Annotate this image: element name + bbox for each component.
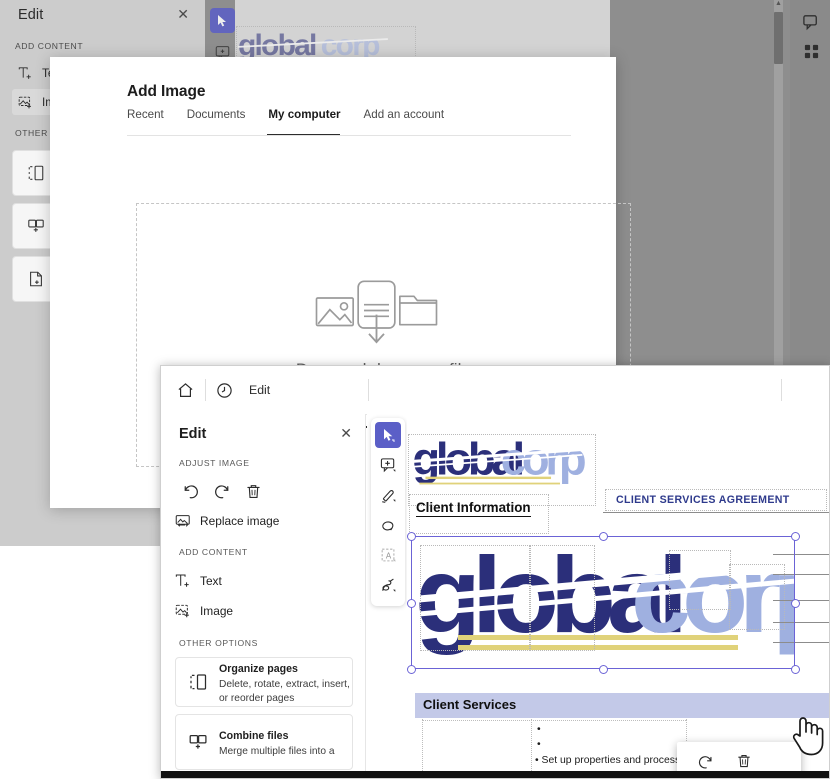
table-guide — [531, 719, 532, 773]
annotation-toolbar: A — [371, 418, 405, 606]
table-guide — [422, 720, 686, 721]
add-content-image[interactable]: Image — [175, 598, 355, 623]
card-text: Organize pages Delete, rotate, extract, … — [219, 659, 352, 705]
card-title: Organize pages — [219, 663, 298, 676]
section-adjust-image: ADJUST IMAGE — [179, 458, 250, 468]
tab-documents[interactable]: Documents — [187, 108, 257, 136]
tab-underline-divider — [127, 135, 571, 136]
card-desc: Delete, rotate, extract, insert, or reor… — [219, 679, 350, 704]
card-title: Combine files — [219, 729, 289, 742]
document-canvas: A global corp CLIENT SERVICES AGREEMENT … — [367, 414, 829, 773]
selection-handle-ml[interactable] — [407, 599, 416, 608]
panel-title: Edit — [179, 426, 207, 442]
tab-add-an-account[interactable]: Add an account — [364, 108, 456, 136]
header-rule — [603, 512, 829, 513]
selection-handle-tl[interactable] — [407, 532, 416, 541]
background-section-add-content: ADD CONTENT — [15, 41, 84, 51]
table-guide — [422, 719, 423, 773]
bullet-dot: • — [537, 739, 541, 750]
folder-icon — [398, 295, 437, 326]
hand-pointer-cursor — [790, 712, 824, 756]
close-icon[interactable]: ✕ — [340, 426, 352, 440]
background-scrollbar-thumb[interactable] — [774, 12, 783, 64]
file-download-icon — [356, 280, 396, 344]
section-other-options: OTHER OPTIONS — [179, 638, 258, 648]
foreground-app-window: Edit Convert Sign Changes saved — [160, 365, 830, 779]
picture-icon — [315, 297, 354, 327]
bullet-text: Set up properties and processes — [541, 755, 692, 766]
combine-files-icon — [27, 217, 45, 235]
card-combine-files[interactable]: Combine files Merge multiple files into … — [175, 714, 353, 770]
toolbar: Edit Convert Sign Changes saved — [161, 366, 829, 542]
toolbar-divider — [205, 379, 206, 401]
add-image-icon — [175, 603, 191, 619]
document-header-right: CLIENT SERVICES AGREEMENT — [616, 494, 790, 506]
rotate-clockwise-icon[interactable] — [209, 478, 235, 504]
combine-files-icon — [188, 732, 208, 752]
home-icon[interactable] — [177, 366, 194, 414]
replace-image-button[interactable]: Replace image — [175, 508, 355, 533]
add-content-label: Text — [200, 573, 222, 588]
export-pdf-icon — [27, 270, 45, 288]
card-desc: Merge multiple files into a — [219, 745, 335, 757]
edit-panel: Edit ✕ ADJUST IMAGE Replace image ADD CO… — [161, 414, 366, 773]
selection-handle-br[interactable] — [791, 665, 800, 674]
selection-handle-bl[interactable] — [407, 665, 416, 674]
svg-text:A: A — [385, 551, 391, 560]
background-panel-title: Edit — [18, 7, 44, 23]
card-organize-pages[interactable]: Organize pages Delete, rotate, extract, … — [175, 657, 353, 707]
toolbar-divider — [781, 379, 782, 401]
selection-handle-tc[interactable] — [599, 532, 608, 541]
dialog-title: Add Image — [127, 83, 206, 100]
apps-grid-icon[interactable] — [803, 43, 820, 60]
selection-handle-bc[interactable] — [599, 665, 608, 674]
text-select-tool-icon[interactable]: A — [375, 542, 401, 568]
add-image-icon — [18, 95, 33, 110]
globalcorp-logo-small: global corp — [411, 436, 589, 485]
image-selection-frame[interactable] — [411, 536, 795, 669]
heading-client-services: Client Services — [423, 697, 517, 712]
add-text-icon — [18, 66, 33, 81]
dialog-tabs: Recent Documents My computer Add an acco… — [127, 108, 571, 136]
lasso-tool-icon[interactable] — [375, 512, 401, 538]
comment-icon[interactable] — [802, 13, 821, 32]
selection-handle-tr[interactable] — [791, 532, 800, 541]
comment-tool-icon[interactable] — [375, 452, 401, 478]
add-content-text[interactable]: Text — [175, 568, 355, 593]
section-add-content: ADD CONTENT — [179, 547, 248, 557]
bullet-item: • Set up properties and processes — [535, 755, 692, 766]
heading-client-information: Client Information — [416, 500, 531, 517]
menu-edit[interactable]: Edit — [249, 366, 829, 428]
selection-handle-mr[interactable] — [791, 599, 800, 608]
bullet-dot: • — [537, 724, 541, 735]
background-select-tool-icon[interactable] — [210, 8, 235, 33]
select-tool-icon[interactable] — [375, 422, 401, 448]
recent-clock-icon[interactable] — [216, 366, 233, 414]
draw-tool-icon[interactable] — [375, 572, 401, 598]
close-icon[interactable]: ✕ — [177, 7, 189, 21]
highlight-tool-icon[interactable] — [375, 482, 401, 508]
replace-image-label: Replace image — [200, 513, 280, 528]
organize-pages-icon — [27, 164, 45, 182]
scroll-up-arrow-icon[interactable]: ▲ — [773, 0, 784, 11]
tab-recent[interactable]: Recent — [127, 108, 175, 136]
dropzone-illustration — [315, 280, 437, 344]
delete-trash-icon[interactable] — [736, 753, 752, 769]
pdf-page: global corp CLIENT SERVICES AGREEMENT Cl… — [407, 414, 829, 773]
image-context-menu: Select all — [677, 742, 801, 773]
background-edit-panel-header: Edit ✕ — [18, 6, 193, 28]
context-menu-icon-row — [677, 742, 801, 773]
delete-trash-icon[interactable] — [240, 478, 266, 504]
organize-pages-icon — [188, 672, 208, 692]
rotate-clockwise-icon[interactable] — [697, 753, 714, 770]
tab-my-computer[interactable]: My computer — [267, 108, 351, 136]
rotate-counterclockwise-icon[interactable] — [178, 478, 204, 504]
add-content-label: Image — [200, 603, 234, 618]
toolbar-divider — [368, 379, 369, 401]
replace-image-icon — [175, 513, 191, 529]
header-logo[interactable]: global corp — [411, 436, 593, 491]
add-text-icon — [175, 573, 191, 589]
card-text: Combine files Merge multiple files into … — [219, 726, 335, 758]
